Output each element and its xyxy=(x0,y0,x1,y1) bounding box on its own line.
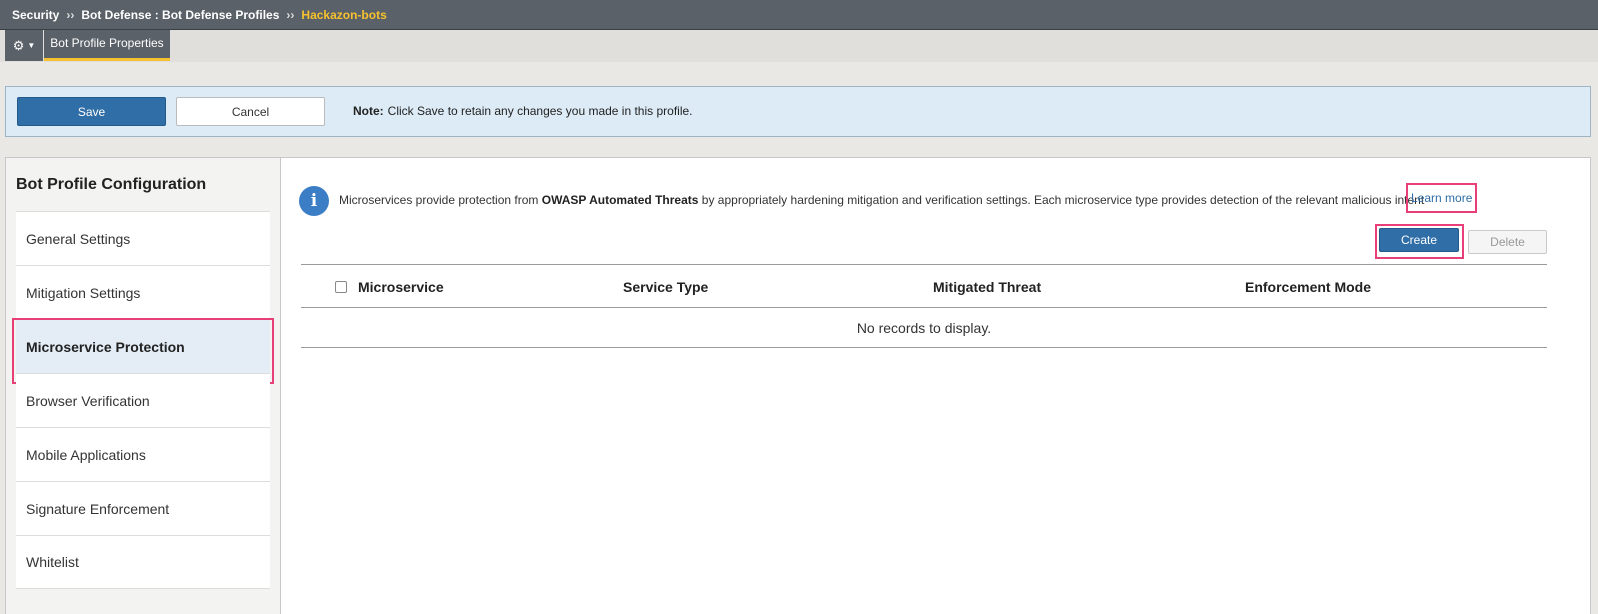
select-all-checkbox[interactable] xyxy=(335,281,347,293)
main-panel: Bot Profile Configuration General Settin… xyxy=(5,157,1591,614)
cancel-button[interactable]: Cancel xyxy=(176,97,325,126)
info-text-bold: OWASP Automated Threats xyxy=(541,193,699,207)
info-text-post: by appropriately hardening mitigation an… xyxy=(701,193,1425,207)
breadcrumb: Security ›› Bot Defense : Bot Defense Pr… xyxy=(0,0,1598,30)
settings-menu-button[interactable]: ⚙ ▼ xyxy=(5,30,43,61)
sidebar-item-mitigation-settings[interactable]: Mitigation Settings xyxy=(16,265,270,319)
sidebar-item-signature-enforcement[interactable]: Signature Enforcement xyxy=(16,481,270,535)
microservice-table: Microservice Service Type Mitigated Thre… xyxy=(301,264,1547,348)
sidebar-item-mobile-applications[interactable]: Mobile Applications xyxy=(16,427,270,481)
table-header: Microservice Service Type Mitigated Thre… xyxy=(301,264,1547,308)
tab-bot-profile-properties[interactable]: Bot Profile Properties xyxy=(44,30,170,61)
sidebar-title: Bot Profile Configuration xyxy=(16,176,207,193)
breadcrumb-separator: ›› xyxy=(66,7,75,22)
column-header-microservice[interactable]: Microservice xyxy=(358,279,444,295)
content-area: i Microservices provide protection from … xyxy=(282,158,1590,614)
sidebar-item-whitelist[interactable]: Whitelist xyxy=(16,535,270,589)
save-note: Note: Click Save to retain any changes yo… xyxy=(353,104,693,118)
delete-button[interactable]: Delete xyxy=(1468,230,1547,254)
sidebar-item-microservice-protection[interactable]: Microservice Protection xyxy=(12,318,274,384)
sidebar-nav: General Settings Mitigation Settings Mic… xyxy=(12,211,274,589)
column-header-service-type[interactable]: Service Type xyxy=(623,279,708,295)
breadcrumb-security[interactable]: Security xyxy=(12,8,59,22)
info-icon: i xyxy=(299,186,329,216)
note-label: Note: xyxy=(353,104,384,118)
save-button[interactable]: Save xyxy=(17,97,166,126)
info-message: Microservices provide protection from OW… xyxy=(339,193,1424,207)
sidebar-item-browser-verification[interactable]: Browser Verification xyxy=(16,373,270,427)
save-notice-bar: Save Cancel Note: Click Save to retain an… xyxy=(5,86,1591,137)
info-text-pre: Microservices provide protection from xyxy=(339,193,539,207)
tab-bar: ⚙ ▼ Bot Profile Properties xyxy=(0,30,1598,62)
column-header-enforcement-mode[interactable]: Enforcement Mode xyxy=(1245,279,1371,295)
breadcrumb-separator: ›› xyxy=(286,7,295,22)
table-empty-message: No records to display. xyxy=(301,308,1547,348)
caret-down-icon: ▼ xyxy=(27,41,36,50)
column-header-mitigated-threat[interactable]: Mitigated Threat xyxy=(933,279,1041,295)
note-text: Click Save to retain any changes you mad… xyxy=(387,104,693,118)
gear-icon: ⚙ xyxy=(12,37,25,53)
sidebar: Bot Profile Configuration General Settin… xyxy=(6,158,281,614)
sidebar-item-general-settings[interactable]: General Settings xyxy=(16,211,270,265)
learn-more-link[interactable]: Learn more xyxy=(1406,183,1478,213)
create-button-highlight: Create xyxy=(1375,224,1464,259)
breadcrumb-current: Hackazon-bots xyxy=(301,7,387,22)
create-button[interactable]: Create xyxy=(1379,228,1459,252)
breadcrumb-bot-defense-profiles[interactable]: Bot Defense : Bot Defense Profiles xyxy=(81,8,279,22)
